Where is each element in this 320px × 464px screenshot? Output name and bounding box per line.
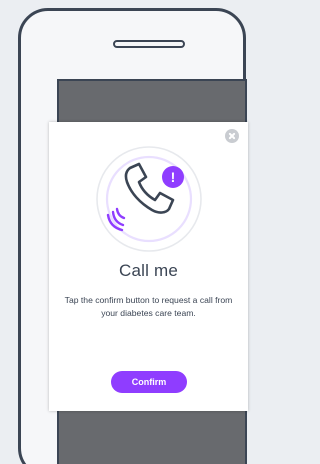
sound-waves-icon	[106, 207, 126, 232]
phone-speaker	[113, 40, 185, 48]
exclamation-badge-icon: !	[162, 166, 184, 188]
call-illustration: !	[96, 146, 202, 252]
svg-text:!: !	[171, 169, 176, 185]
dialog-title: Call me	[118, 261, 179, 280]
outer-ring	[96, 146, 202, 252]
confirm-button[interactable]: Confirm	[111, 371, 187, 393]
dialog-description: Tap the confirm button to request a call…	[64, 295, 233, 318]
call-me-dialog: ! Call me Tap the confirm button to requ…	[49, 122, 248, 411]
close-icon[interactable]	[225, 129, 239, 143]
